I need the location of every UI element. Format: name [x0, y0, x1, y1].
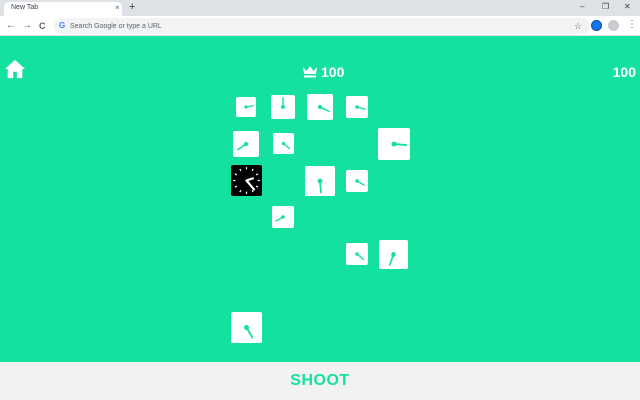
forward-button[interactable]: →	[22, 20, 32, 32]
address-bar-placeholder: Search Google or type a URL	[70, 23, 162, 30]
restore-button[interactable]: ❐	[602, 1, 609, 13]
browser-tab[interactable]: New Tab ×	[4, 2, 122, 16]
google-icon: G	[59, 21, 66, 30]
dial-tile[interactable]	[346, 96, 368, 118]
tab-title: New Tab	[11, 4, 39, 11]
tab-close-icon[interactable]: ×	[115, 3, 120, 13]
dial-tile[interactable]	[378, 128, 410, 160]
dial-tile[interactable]	[272, 206, 294, 228]
profile-avatar[interactable]	[591, 20, 602, 31]
address-bar[interactable]: G Search Google or type a URL	[54, 18, 590, 34]
dial-tile[interactable]	[273, 133, 294, 154]
minimize-button[interactable]: –	[580, 1, 584, 13]
dial-tile[interactable]	[307, 94, 333, 120]
dial-tile[interactable]	[271, 95, 295, 119]
current-score: 100	[612, 64, 636, 80]
browser-toolbar: ← → C G Search Google or type a URL ☆ ⋮	[0, 16, 640, 36]
best-score: 100	[321, 64, 345, 80]
dial-tile[interactable]	[233, 131, 259, 157]
home-icon[interactable]	[4, 58, 26, 80]
browser-menu-icon[interactable]: ⋮	[627, 19, 637, 31]
extension-puzzle-icon[interactable]	[608, 20, 619, 31]
dial-tile[interactable]	[305, 166, 335, 196]
crown-icon	[303, 66, 317, 78]
clock-tile-icon[interactable]	[231, 165, 262, 196]
dial-tile[interactable]	[379, 240, 408, 269]
window-close-button[interactable]: ✕	[624, 1, 631, 13]
game-board[interactable]: 100 100	[0, 36, 640, 362]
shoot-button[interactable]: SHOOT	[0, 362, 640, 400]
dial-tile[interactable]	[346, 243, 368, 265]
back-button[interactable]: ←	[6, 20, 16, 32]
dial-tile[interactable]	[346, 170, 368, 192]
dial-tile[interactable]	[231, 312, 262, 343]
bookmark-star-icon[interactable]: ☆	[574, 20, 582, 32]
footer-bar: SHOOT	[0, 362, 640, 400]
dial-tile[interactable]	[236, 97, 256, 117]
tab-strip: New Tab × + – ❐ ✕	[0, 0, 640, 16]
new-tab-button[interactable]: +	[129, 1, 135, 13]
reload-button[interactable]: C	[39, 20, 46, 32]
